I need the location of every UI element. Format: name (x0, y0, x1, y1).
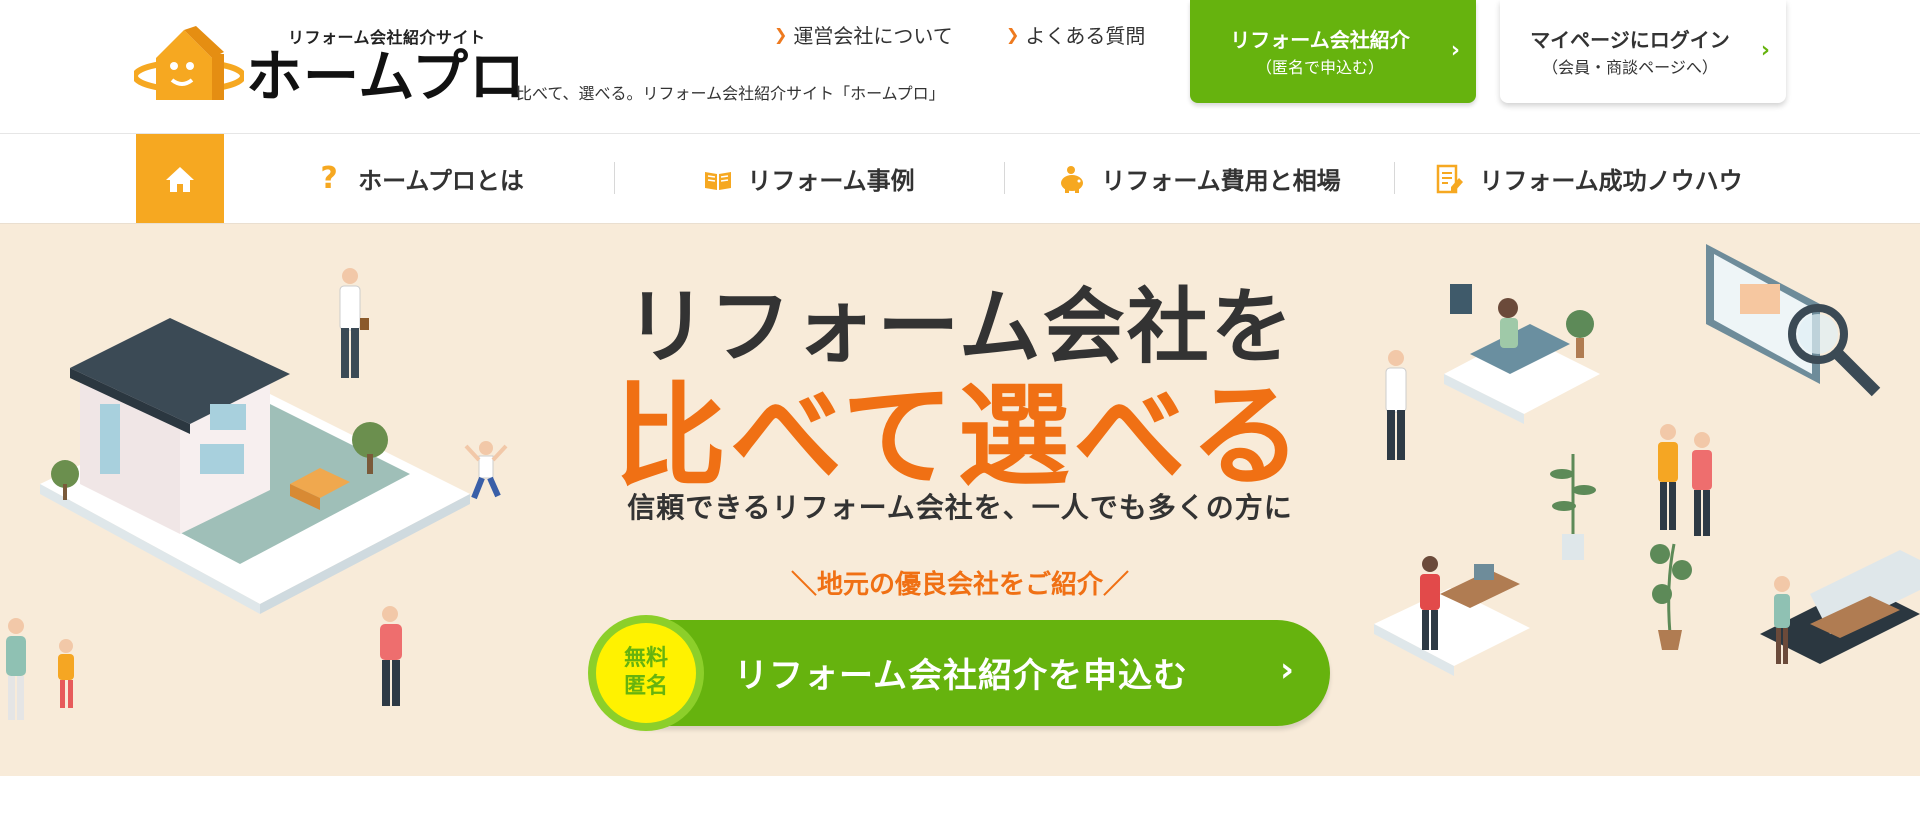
apply-introduction-button[interactable]: 無料 匿名 リフォーム会社紹介を申込む › (588, 615, 1330, 731)
nav-item-costs[interactable]: リフォーム費用と相場 (1004, 134, 1394, 223)
apply-button-label: リフォーム会社紹介を申込む (734, 656, 1188, 696)
family-illustration (6, 618, 74, 720)
nav-item-label: リフォーム費用と相場 (1101, 167, 1341, 195)
document-pen-icon (1437, 164, 1464, 193)
reform-company-introduction-button[interactable]: リフォーム会社紹介 （匿名で申込む） › (1190, 0, 1476, 103)
chevron-right-icon: › (1450, 38, 1460, 63)
nav-item-label: ホームプロとは (358, 167, 524, 195)
logo-name: ホームプロ (246, 45, 526, 110)
site-header: リフォーム会社紹介サイト ホームプロ 比べて、選べる。リフォーム会社紹介サイト「… (0, 0, 1920, 134)
free-anonymous-badge: 無料 匿名 (588, 615, 704, 731)
site-tagline: 比べて、選べる。リフォーム会社紹介サイト「ホームプロ」 (516, 84, 945, 103)
hero-catchphrase: ＼地元の優良会社をご紹介／ (790, 570, 1129, 600)
chevron-right-icon: ❯ (774, 25, 788, 44)
book-icon (705, 171, 732, 190)
company-info-label: 運営会社について (793, 24, 953, 48)
home-button[interactable] (136, 134, 224, 223)
login-button-label: マイページにログイン (1530, 28, 1730, 52)
piggy-bank-icon (1061, 165, 1084, 193)
sofa-room-illustration (1760, 550, 1920, 664)
nav-item-cases[interactable]: リフォーム事例 (614, 134, 1004, 223)
person-walking-illustration (380, 606, 402, 706)
faq-link[interactable]: ❯ よくある質問 (1006, 20, 1145, 49)
badge-free-label: 無料 (623, 646, 668, 671)
chevron-right-icon: › (1760, 38, 1770, 63)
global-nav: ? ホームプロとは リフォーム事例 リフォーム費用と相場 リフォーム成功ノウハウ (0, 134, 1920, 224)
nav-item-knowhow[interactable]: リフォーム成功ノウハウ (1394, 134, 1784, 223)
nav-item-label: リフォーム成功ノウハウ (1479, 167, 1743, 195)
intro-button-label: リフォーム会社紹介 (1230, 28, 1410, 52)
nav-item-about[interactable]: ? ホームプロとは (224, 134, 614, 223)
chevron-right-icon: › (1279, 650, 1294, 690)
home-icon (166, 166, 194, 192)
hero-title-line2: 比べて選べる (614, 372, 1306, 502)
site-logo[interactable]: リフォーム会社紹介サイト ホームプロ (134, 18, 525, 110)
login-button-sublabel: （会員・商談ページへ） (1542, 58, 1718, 77)
hero-subtitle: 信頼できるリフォーム会社を、一人でも多くの方に (627, 491, 1293, 524)
question-icon: ? (320, 160, 338, 196)
mypage-login-button[interactable]: マイページにログイン （会員・商談ページへ） › (1500, 0, 1786, 103)
nav-item-label: リフォーム事例 (747, 167, 915, 195)
faq-label: よくある質問 (1025, 24, 1146, 48)
company-info-link[interactable]: ❯ 運営会社について (774, 20, 953, 49)
intro-button-sublabel: （匿名で申込む） (1255, 58, 1384, 77)
house-logo-icon (134, 26, 244, 100)
chevron-right-icon: ❯ (1006, 25, 1020, 44)
badge-anonymous-label: 匿名 (623, 674, 668, 699)
hero-banner: リフォーム会社を 比べて選べる 信頼できるリフォーム会社を、一人でも多くの方に … (0, 224, 1920, 776)
